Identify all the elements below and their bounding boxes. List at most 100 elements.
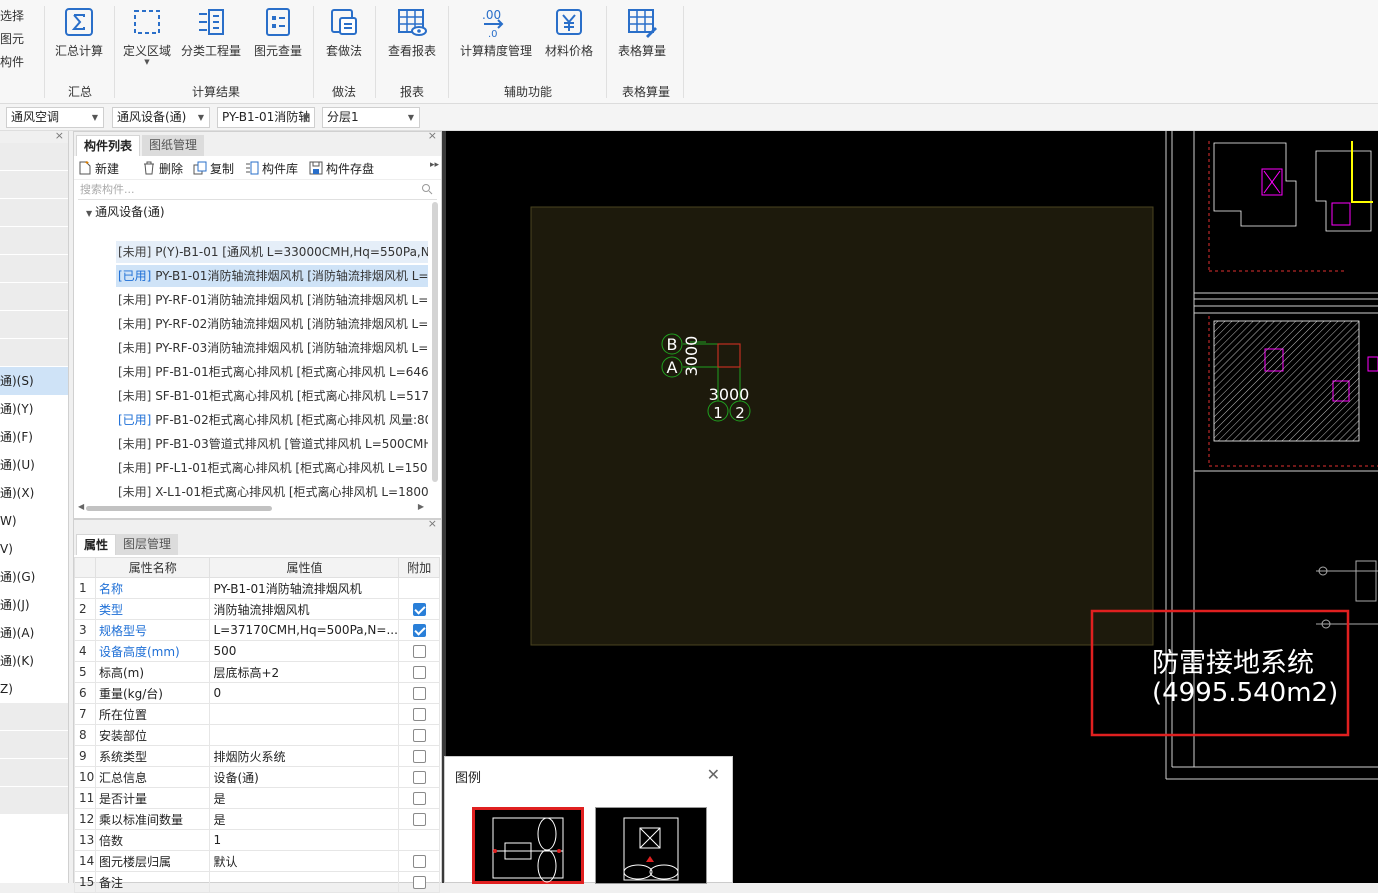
extra-checkbox[interactable] xyxy=(412,750,426,763)
select-button[interactable]: 选择 xyxy=(0,8,30,31)
table-row[interactable]: 3 规格型号 L=37170CMH,Hq=500Pa,N=... xyxy=(74,619,440,641)
table-row[interactable]: 9 系统类型 排烟防火系统 xyxy=(74,745,440,767)
table-row[interactable]: 8 安装部位 xyxy=(74,724,440,746)
component-library-button[interactable]: 构件库 xyxy=(245,160,298,177)
vertical-scrollbar[interactable] xyxy=(432,202,438,482)
tree-item[interactable]: [未用] PF-B1-01柜式离心排风机 [柜式离心排风机 L=6468 xyxy=(116,361,428,383)
property-value[interactable]: 排烟防火系统 xyxy=(209,745,400,767)
property-value[interactable] xyxy=(209,724,400,746)
extra-checkbox[interactable] xyxy=(412,792,426,805)
property-value[interactable]: 是 xyxy=(209,787,400,809)
extra-checkbox[interactable] xyxy=(412,645,426,658)
property-value[interactable]: 500 xyxy=(209,640,400,662)
table-row[interactable]: 4 设备高度(mm) 500 xyxy=(74,640,440,662)
table-row[interactable]: 1 名称 PY-B1-01消防轴流排烟风机 xyxy=(74,577,440,599)
nav-item[interactable] xyxy=(0,339,68,367)
tree-item[interactable]: [未用] PY-RF-01消防轴流排烟风机 [消防轴流排烟风机 L=3 xyxy=(116,289,428,311)
table-row[interactable]: 2 类型 消防轴流排烟风机 xyxy=(74,598,440,620)
tree-item[interactable]: [未用] X-L1-01柜式离心排风机 [柜式离心排风机 L=1800C xyxy=(116,481,428,503)
tree-root[interactable]: ▼ 通风设备(通) xyxy=(74,200,441,224)
property-value[interactable]: 1 xyxy=(209,829,400,851)
extra-checkbox[interactable] xyxy=(412,813,426,826)
delete-button[interactable]: 删除 xyxy=(142,160,183,177)
copy-button[interactable]: 复制 xyxy=(193,160,234,177)
component-save-button[interactable]: 构件存盘 xyxy=(309,160,374,177)
nav-item[interactable]: 通)(F) xyxy=(0,423,68,451)
table-row[interactable]: 14 图元楼层归属 默认 xyxy=(74,850,440,872)
extra-checkbox[interactable] xyxy=(412,687,426,700)
tree-item[interactable]: [已用] PY-B1-01消防轴流排烟风机 [消防轴流排烟风机 L=3 xyxy=(116,265,428,287)
property-value[interactable]: L=37170CMH,Hq=500Pa,N=... xyxy=(209,619,400,641)
table-row[interactable]: 5 标高(m) 层底标高+2 xyxy=(74,661,440,683)
property-value[interactable]: 是 xyxy=(209,808,400,830)
scroll-right-icon[interactable]: ▶ xyxy=(418,502,424,511)
component-select[interactable]: PY-B1-01消防轴 ▼ xyxy=(217,107,315,128)
property-value[interactable]: 默认 xyxy=(209,850,400,872)
summary-calc-button[interactable]: 汇总计算 xyxy=(54,6,104,59)
property-value[interactable] xyxy=(209,871,400,893)
tab-layer-management[interactable]: 图层管理 xyxy=(116,534,179,555)
legend-thumb-1[interactable] xyxy=(472,807,584,884)
nav-item[interactable] xyxy=(0,255,68,283)
scroll-thumb[interactable] xyxy=(86,506,272,511)
close-icon[interactable]: ✕ xyxy=(707,765,720,784)
table-row[interactable]: 10 汇总信息 设备(通) xyxy=(74,766,440,788)
table-row[interactable]: 11 是否计量是 xyxy=(74,787,440,809)
component-button[interactable]: 构件 xyxy=(0,54,30,77)
nav-item[interactable] xyxy=(0,199,68,227)
calc-precision-button[interactable]: .00.0 计算精度管理 xyxy=(458,6,534,59)
tree-expand-icon[interactable]: ▼ xyxy=(86,209,92,218)
view-report-button[interactable]: 查看报表 xyxy=(384,6,440,59)
table-row[interactable]: 6 重量(kg/台) 0 xyxy=(74,682,440,704)
apply-method-button[interactable]: 套做法 xyxy=(322,6,366,59)
property-value[interactable]: 设备(通) xyxy=(209,766,400,788)
nav-item[interactable] xyxy=(0,143,68,171)
nav-item[interactable]: 通)(A) xyxy=(0,619,68,647)
nav-item[interactable] xyxy=(0,311,68,339)
tab-drawing-management[interactable]: 图纸管理 xyxy=(142,135,205,156)
tree-item[interactable]: [未用] SF-B1-01柜式离心排风机 [柜式离心排风机 L=5174 xyxy=(116,385,428,407)
nav-item[interactable]: 通)(S) xyxy=(0,367,68,395)
nav-item[interactable] xyxy=(0,171,68,199)
tree-item[interactable]: [未用] P(Y)-B1-01 [通风机 L=33000CMH,Hq=550Pa… xyxy=(116,241,428,263)
tab-component-list[interactable]: 构件列表 xyxy=(76,135,141,156)
extra-checkbox[interactable] xyxy=(412,855,426,868)
nav-item[interactable] xyxy=(0,759,68,787)
nav-item[interactable]: 通)(Y) xyxy=(0,395,68,423)
table-row[interactable]: 13 倍数 1 xyxy=(74,829,440,851)
tab-properties[interactable]: 属性 xyxy=(76,534,117,555)
close-icon[interactable]: × xyxy=(55,129,64,142)
close-icon[interactable]: × xyxy=(428,517,437,530)
nav-item[interactable] xyxy=(0,787,68,815)
nav-item[interactable]: 通)(J) xyxy=(0,591,68,619)
extra-checkbox[interactable] xyxy=(412,666,426,679)
nav-item[interactable]: Z) xyxy=(0,675,68,703)
nav-item[interactable] xyxy=(0,227,68,255)
property-value[interactable]: PY-B1-01消防轴流排烟风机 xyxy=(209,577,400,599)
material-price-button[interactable]: 材料价格 xyxy=(543,6,595,59)
property-value[interactable]: 消防轴流排烟风机 xyxy=(209,598,400,620)
nav-item[interactable] xyxy=(0,731,68,759)
table-calc-button[interactable]: 表格算量 xyxy=(616,6,668,59)
table-row[interactable]: 15 备注 xyxy=(74,871,440,893)
new-button[interactable]: 新建 xyxy=(78,160,119,177)
scroll-left-icon[interactable]: ◀ xyxy=(78,502,84,511)
nav-item[interactable]: 通)(K) xyxy=(0,647,68,675)
horizontal-scrollbar[interactable]: ◀ ▶ xyxy=(78,502,428,512)
layer-select[interactable]: 分层1 ▼ xyxy=(322,107,420,128)
element-qty-button[interactable]: 图元查量 xyxy=(252,6,304,59)
property-value[interactable]: 层底标高+2 xyxy=(209,661,400,683)
property-value[interactable]: 0 xyxy=(209,682,400,704)
nav-item[interactable]: 通)(U) xyxy=(0,451,68,479)
table-row[interactable]: 7 所在位置 xyxy=(74,703,440,725)
extra-checkbox[interactable] xyxy=(412,624,426,637)
tree-item[interactable]: [已用] PF-B1-02柜式离心排风机 [柜式离心排风机 风量:80 xyxy=(116,409,428,431)
tree-item[interactable]: [未用] PF-L1-01柜式离心排风机 [柜式离心排风机 L=1500 xyxy=(116,457,428,479)
define-region-button[interactable]: 定义区域 ▼ xyxy=(120,6,174,66)
extra-checkbox[interactable] xyxy=(412,603,426,616)
element-button[interactable]: 图元 xyxy=(0,31,30,54)
extra-checkbox[interactable] xyxy=(412,771,426,784)
category-select[interactable]: 通风设备(通) ▼ xyxy=(112,107,210,128)
tree-item[interactable]: [未用] PF-B1-03管道式排风机 [管道式排风机 L=500CMH, xyxy=(116,433,428,455)
discipline-select[interactable]: 通风空调 ▼ xyxy=(6,107,104,128)
